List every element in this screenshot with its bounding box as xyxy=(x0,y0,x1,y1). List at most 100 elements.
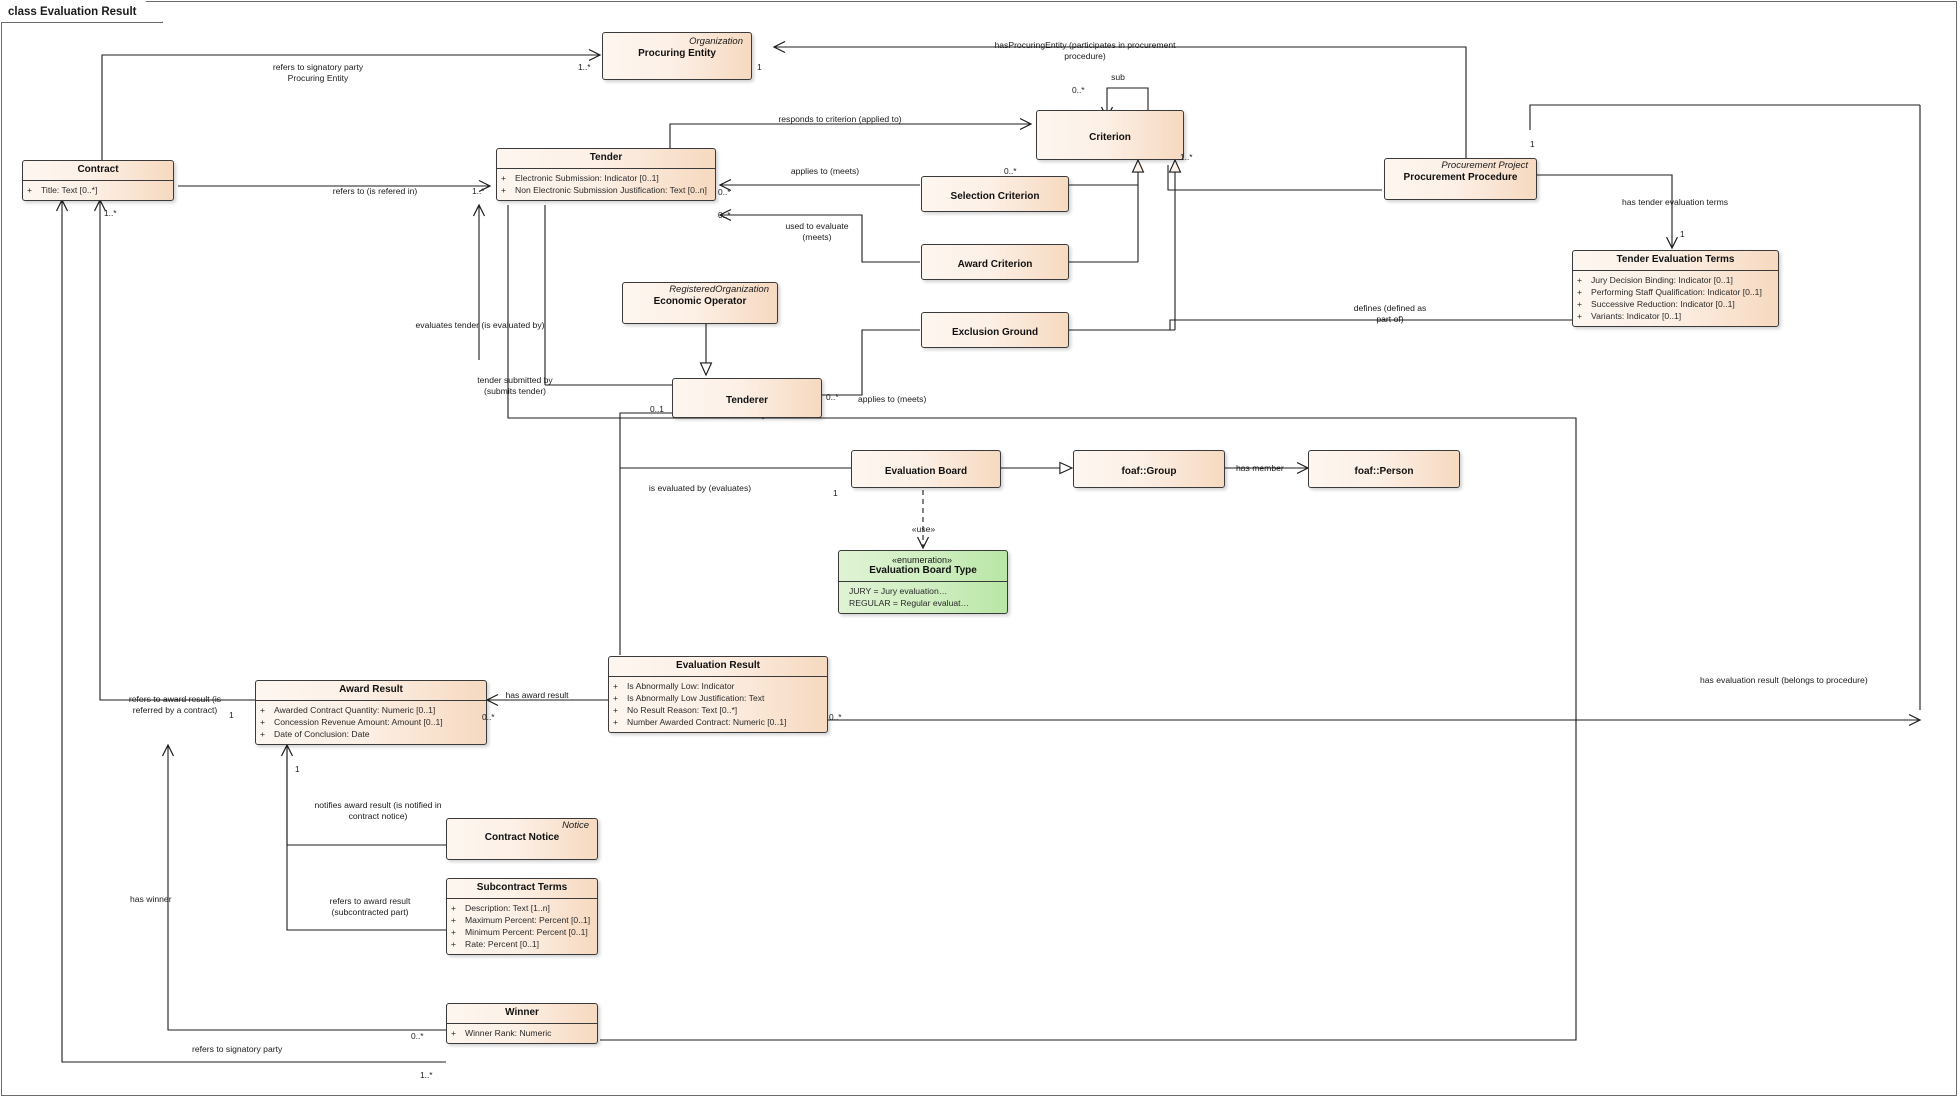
attribute-row: + Rate: Percent [0..1] xyxy=(451,939,540,950)
class-contract-notice[interactable]: Notice Contract Notice xyxy=(446,818,598,860)
enum-literal-row: REGULAR = Regular evaluat… xyxy=(849,597,1003,609)
label-has-member: has member xyxy=(1236,463,1284,473)
class-foaf-person[interactable]: foaf::Person xyxy=(1308,450,1460,488)
class-contract-notice-stereotype: Notice xyxy=(562,820,589,831)
attribute-text: Minimum Percent: Percent [0..1] xyxy=(465,926,588,937)
diagram-title-tab: class Evaluation Result xyxy=(1,1,163,23)
class-award-result[interactable]: Award Result + Awarded Contract Quantity:… xyxy=(255,680,487,746)
class-criterion[interactable]: Criterion xyxy=(1036,110,1184,160)
attribute-text: Awarded Contract Quantity: Numeric [0..1… xyxy=(274,704,436,715)
uml-class-diagram: class Evaluation Result Contract + Title… xyxy=(0,0,1960,1099)
attribute-row: + Winner Rank: Numeric xyxy=(451,1027,552,1038)
mult-pe-right: 1 xyxy=(757,62,762,72)
label-applies-to-meets-tender: applies to (meets) xyxy=(790,166,860,176)
class-tender-evaluation-terms-name: Tender Evaluation Terms xyxy=(1616,254,1735,265)
mult-criterion-gen: 1..* xyxy=(1180,152,1193,162)
attribute-text: Non Electronic Submission Justification:… xyxy=(515,184,707,195)
label-sub: sub xyxy=(1111,72,1125,82)
attribute-text: Concession Revenue Amount: Amount [0..1] xyxy=(274,716,443,727)
attribute-text: Description: Text [1..n] xyxy=(465,902,550,913)
label-responds-to-criterion: responds to criterion (applied to) xyxy=(778,114,902,124)
class-tender-evaluation-terms[interactable]: Tender Evaluation Terms + Jury Decision B… xyxy=(1572,250,1779,328)
attribute-text: Jury Decision Binding: Indicator [0..1] xyxy=(1591,274,1733,285)
attribute-row: + No Result Reason: Text [0..*] xyxy=(613,704,738,715)
class-selection-criterion[interactable]: Selection Criterion xyxy=(921,176,1069,212)
enum-literal-text: REGULAR = Regular evaluat… xyxy=(849,598,970,609)
class-criterion-name: Criterion xyxy=(1089,132,1131,144)
class-contract[interactable]: Contract + Title: Text [0..*] xyxy=(22,160,174,201)
attribute-row: + Variants: Indicator [0..1] xyxy=(1577,311,1682,322)
label-refers-signatory-winner: refers to signatory party xyxy=(192,1044,283,1054)
label-refers-to-award-result-sub: refers to award result (subcontracted pa… xyxy=(329,896,411,917)
mult-contract-bottom: 1..* xyxy=(104,208,117,218)
label-has-winner: has winner xyxy=(130,894,172,904)
attribute-text: Variants: Indicator [0..1] xyxy=(1591,311,1682,322)
class-exclusion-ground[interactable]: Exclusion Ground xyxy=(921,312,1069,348)
class-economic-operator[interactable]: RegisteredOrganization Economic Operator xyxy=(622,282,778,324)
attribute-text: Electronic Submission: Indicator [0..1] xyxy=(515,172,659,183)
label-refers-to-is-refered-in: refers to (is refered in) xyxy=(332,186,418,196)
mult-award-result-bottom: 1 xyxy=(295,764,300,774)
class-procuring-entity[interactable]: Organization Procuring Entity xyxy=(602,32,752,80)
mult-tender-right-bottom: 0..* xyxy=(718,210,731,220)
label-defines-part-of: defines (defined as part of) xyxy=(1353,303,1427,324)
attribute-row: + Description: Text [1..n] xyxy=(451,902,550,913)
label-notifies-award-result: notifies award result (is notified in co… xyxy=(314,800,442,821)
mult-evaluation-result-right: 0..* xyxy=(829,712,842,722)
attribute-text: Maximum Percent: Percent [0..1] xyxy=(465,914,591,925)
label-refers-to-award-result-contract: refers to award result (is referred by a… xyxy=(128,694,222,715)
class-economic-operator-stereotype: RegisteredOrganization xyxy=(669,284,769,295)
class-winner[interactable]: Winner + Winner Rank: Numeric xyxy=(446,1003,598,1044)
enum-literal-row: JURY = Jury evaluation… xyxy=(849,585,1003,597)
attribute-row: + Title: Text [0..*] xyxy=(27,184,98,195)
attribute-text: Successive Reduction: Indicator [0..1] xyxy=(1591,298,1735,309)
class-evaluation-board-type-stereotype: «enumeration» xyxy=(891,555,953,565)
attribute-row: + Jury Decision Binding: Indicator [0..1] xyxy=(1577,274,1733,285)
class-subcontract-terms[interactable]: Subcontract Terms + Description: Text [1.… xyxy=(446,878,598,956)
attribute-text: Performing Staff Qualification: Indicato… xyxy=(1591,286,1762,297)
attribute-text: Winner Rank: Numeric xyxy=(465,1027,552,1038)
class-evaluation-board[interactable]: Evaluation Board xyxy=(851,450,1001,488)
class-evaluation-board-type-name: Evaluation Board Type xyxy=(869,565,977,577)
label-has-tender-evaluation-terms: has tender evaluation terms xyxy=(1621,197,1729,207)
attribute-text: Date of Conclusion: Date xyxy=(274,728,370,739)
mult-tenderer-left: 0..1 xyxy=(650,404,664,414)
class-contract-name: Contract xyxy=(77,164,119,175)
class-foaf-group-name: foaf::Group xyxy=(1121,466,1177,478)
class-foaf-group[interactable]: foaf::Group xyxy=(1073,450,1225,488)
class-evaluation-board-name: Evaluation Board xyxy=(884,466,968,478)
label-is-evaluated-by-evaluates: is evaluated by (evaluates) xyxy=(648,483,752,493)
class-tender[interactable]: Tender + Electronic Submission: Indicator… xyxy=(496,148,716,201)
attribute-text: Is Abnormally Low Justification: Text xyxy=(627,692,765,703)
mult-evaluation-board-left: 1 xyxy=(833,488,838,498)
diagram-frame xyxy=(1,1,1957,1096)
class-award-criterion-name: Award Criterion xyxy=(957,259,1033,271)
class-procurement-procedure-name: Procurement Procedure xyxy=(1403,171,1518,183)
mult-criterion-sub: 0..* xyxy=(1072,85,1085,95)
attribute-row: + Minimum Percent: Percent [0..1] xyxy=(451,926,588,937)
mult-proc-proj-top: 1 xyxy=(1530,139,1535,149)
attribute-row: + Is Abnormally Low: Indicator xyxy=(613,680,735,691)
label-refers-signatory-pe: refers to signatory party Procuring Enti… xyxy=(272,62,364,83)
label-used-to-evaluate: used to evaluate (meets) xyxy=(785,221,849,242)
mult-criterion-left: 0..* xyxy=(1004,166,1017,176)
class-tenderer[interactable]: Tenderer xyxy=(672,378,822,418)
class-evaluation-board-type[interactable]: «enumeration» Evaluation Board Type JURY… xyxy=(838,550,1008,615)
class-award-criterion[interactable]: Award Criterion xyxy=(921,244,1069,280)
attribute-row: + Is Abnormally Low Justification: Text xyxy=(613,692,765,703)
class-contract-notice-name: Contract Notice xyxy=(484,831,560,843)
mult-tender-right-top: 0..* xyxy=(718,187,731,197)
attribute-row: + Concession Revenue Amount: Amount [0..1… xyxy=(260,716,443,727)
label-applies-to-meets-tenderer: applies to (meets) xyxy=(858,394,927,404)
label-has-award-result: has award result xyxy=(505,690,569,700)
class-subcontract-terms-name: Subcontract Terms xyxy=(476,882,568,893)
attribute-row: + Number Awarded Contract: Numeric [0..1] xyxy=(613,717,787,728)
class-procurement-procedure-stereotype: Procurement Project xyxy=(1441,160,1528,171)
mult-pe-left: 1..* xyxy=(578,62,591,72)
label-use: «use» xyxy=(911,524,936,534)
class-evaluation-result[interactable]: Evaluation Result + Is Abnormally Low: In… xyxy=(608,656,828,734)
class-foaf-person-name: foaf::Person xyxy=(1354,466,1414,478)
attribute-row: + Successive Reduction: Indicator [0..1] xyxy=(1577,298,1735,309)
class-procurement-procedure[interactable]: Procurement Project Procurement Procedur… xyxy=(1384,158,1537,200)
label-has-evaluation-result: has evaluation result (belongs to proced… xyxy=(1700,675,1868,685)
